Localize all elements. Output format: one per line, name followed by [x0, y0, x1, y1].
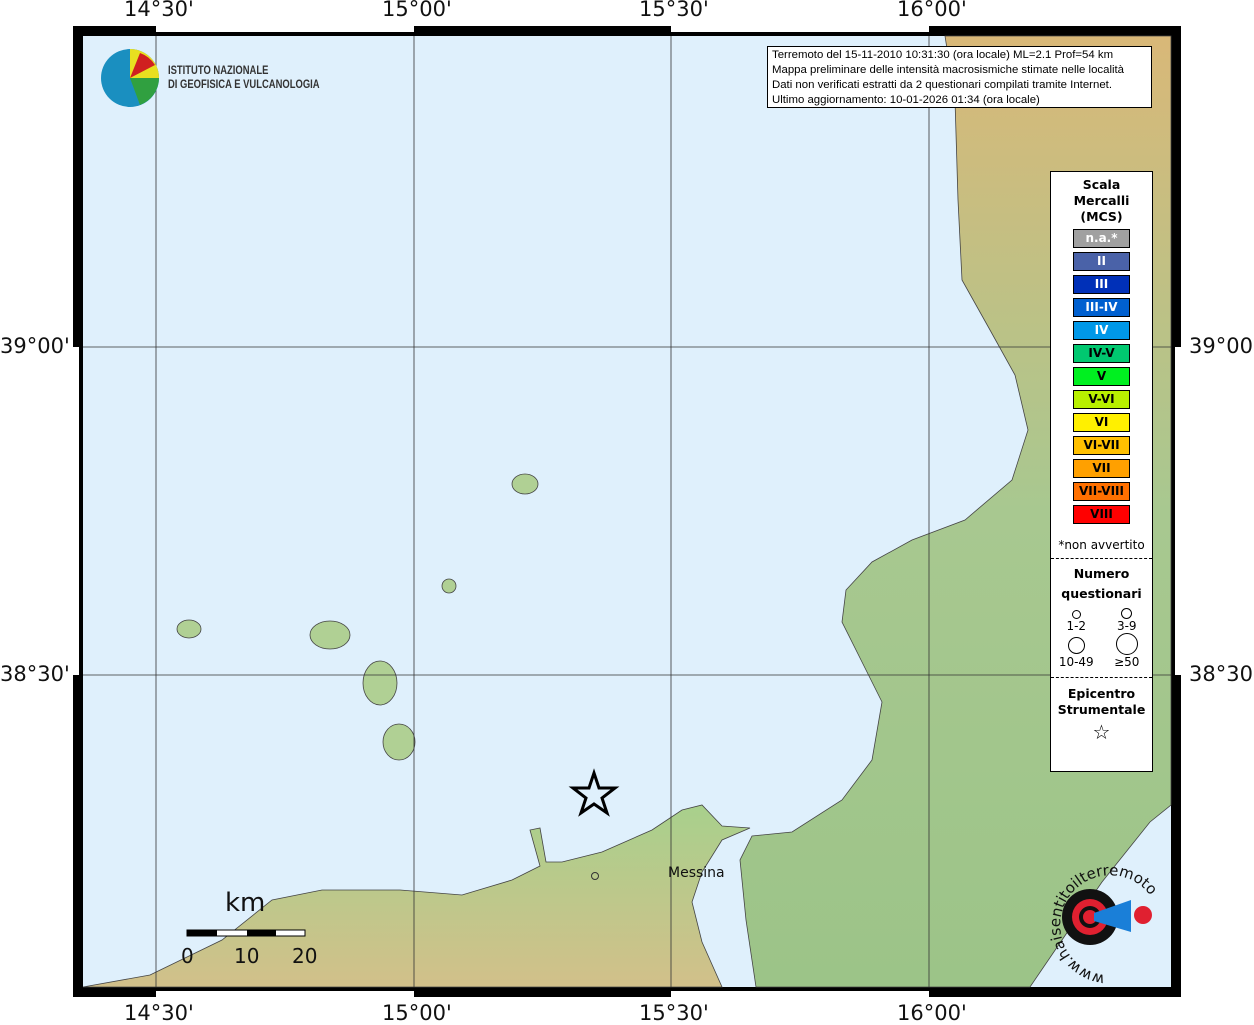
legend-count-title: Numero questionari — [1051, 564, 1152, 604]
ingv-logo-text: ISTITUTO NAZIONALE DI GEOFISICA E VULCAN… — [168, 64, 320, 92]
legend-divider — [1051, 677, 1152, 678]
count-key: 1-2 3-9 10-49 ≥50 — [1051, 606, 1152, 669]
intensity-swatch: IV-V — [1073, 344, 1130, 363]
legend: Scala Mercalli (MCS) n.a.* II III III-IV IV I… — [1050, 171, 1153, 772]
place-label-messina: Messina — [668, 865, 725, 881]
island-stromboli — [511, 473, 539, 495]
lat-label-left: 38°30' — [0, 662, 70, 686]
circle-medium-icon — [1121, 608, 1133, 619]
intensity-swatch: II — [1073, 252, 1130, 271]
event-info-line: Dati non verificati estratti da 2 questi… — [772, 79, 1112, 91]
intensity-swatch: V-VI — [1073, 390, 1130, 409]
logo-line-2: DI GEOFISICA E VULCANOLOGIA — [168, 79, 320, 91]
intensity-swatch: III — [1073, 275, 1130, 294]
count-label: 1-2 — [1066, 619, 1087, 633]
legend-title-line: Strumentale — [1057, 702, 1146, 717]
legend-title-line: questionari — [1061, 586, 1142, 601]
legend-title-line: Scala — [1082, 177, 1121, 192]
event-info-line: Mappa preliminare delle intensità macros… — [772, 64, 1125, 76]
circle-xlarge-icon — [1115, 633, 1138, 655]
scalebar-label: 10 — [234, 944, 260, 968]
legend-title-line: Epicentro — [1067, 686, 1136, 701]
lon-label-bottom: 16°00' — [897, 1001, 967, 1025]
intensity-swatch: VIII — [1073, 505, 1130, 524]
island-lipari — [362, 660, 398, 706]
scalebar-unit: km — [225, 888, 266, 918]
legend-title-line: (MCS) — [1080, 209, 1123, 224]
intensity-swatch: VI-VII — [1073, 436, 1130, 455]
star-icon: ☆ — [1092, 720, 1111, 744]
lon-label-top: 15°30' — [639, 0, 709, 21]
intensity-swatch: VII-VIII — [1073, 482, 1130, 501]
lon-label-top: 15°00' — [382, 0, 452, 21]
circle-large-icon — [1067, 637, 1085, 654]
count-label: 10-49 — [1058, 655, 1094, 669]
count-label: 3-9 — [1116, 619, 1137, 633]
intensity-swatch: V — [1073, 367, 1130, 386]
legend-title-line: Numero — [1073, 566, 1130, 581]
scalebar — [186, 929, 306, 937]
island-vulcano — [382, 723, 416, 761]
island-panarea — [441, 578, 457, 594]
count-label: ≥50 — [1114, 655, 1140, 669]
legend-note: *non avvertito — [1058, 538, 1145, 552]
legend-divider — [1051, 558, 1152, 559]
legend-epicenter-title: Epicentro Strumentale — [1051, 686, 1152, 718]
intensity-swatch: III-IV — [1073, 298, 1130, 317]
legend-scale-title: Scala Mercalli (MCS) — [1051, 177, 1152, 225]
intensity-swatch: VI — [1073, 413, 1130, 432]
event-info-box: Terremoto del 15-11-2010 10:31:30 (ora l… — [767, 46, 1152, 108]
island-filicudi — [176, 619, 202, 639]
island-salina — [309, 620, 351, 650]
scalebar-label: 20 — [292, 944, 318, 968]
lon-label-top: 16°00' — [897, 0, 967, 21]
intensity-swatch: VII — [1073, 459, 1130, 478]
lat-label-right: 39°00' — [1189, 334, 1254, 358]
ingv-logo-icon — [101, 49, 159, 107]
circle-small-icon — [1071, 610, 1081, 619]
intensity-swatches: n.a.* II III III-IV IV IV-V V V-VI VI VI-VII VII VI… — [1051, 229, 1152, 524]
intensity-swatch: IV — [1073, 321, 1130, 340]
logo-line-1: ISTITUTO NAZIONALE — [168, 65, 269, 77]
lon-label-top: 14°30' — [124, 0, 194, 21]
intensity-swatch: n.a.* — [1073, 229, 1130, 248]
lat-label-left: 39°00' — [0, 334, 70, 358]
scalebar-label: 0 — [181, 944, 194, 968]
event-info-line: Ultimo aggiornamento: 10-01-2026 01:34 (… — [772, 94, 1040, 106]
lat-label-right: 38°30' — [1189, 662, 1254, 686]
legend-title-line: Mercalli — [1073, 193, 1130, 208]
event-info-line: Terremoto del 15-11-2010 10:31:30 (ora l… — [772, 49, 1114, 61]
lon-label-bottom: 14°30' — [124, 1001, 194, 1025]
lon-label-bottom: 15°30' — [639, 1001, 709, 1025]
lon-label-bottom: 15°00' — [382, 1001, 452, 1025]
